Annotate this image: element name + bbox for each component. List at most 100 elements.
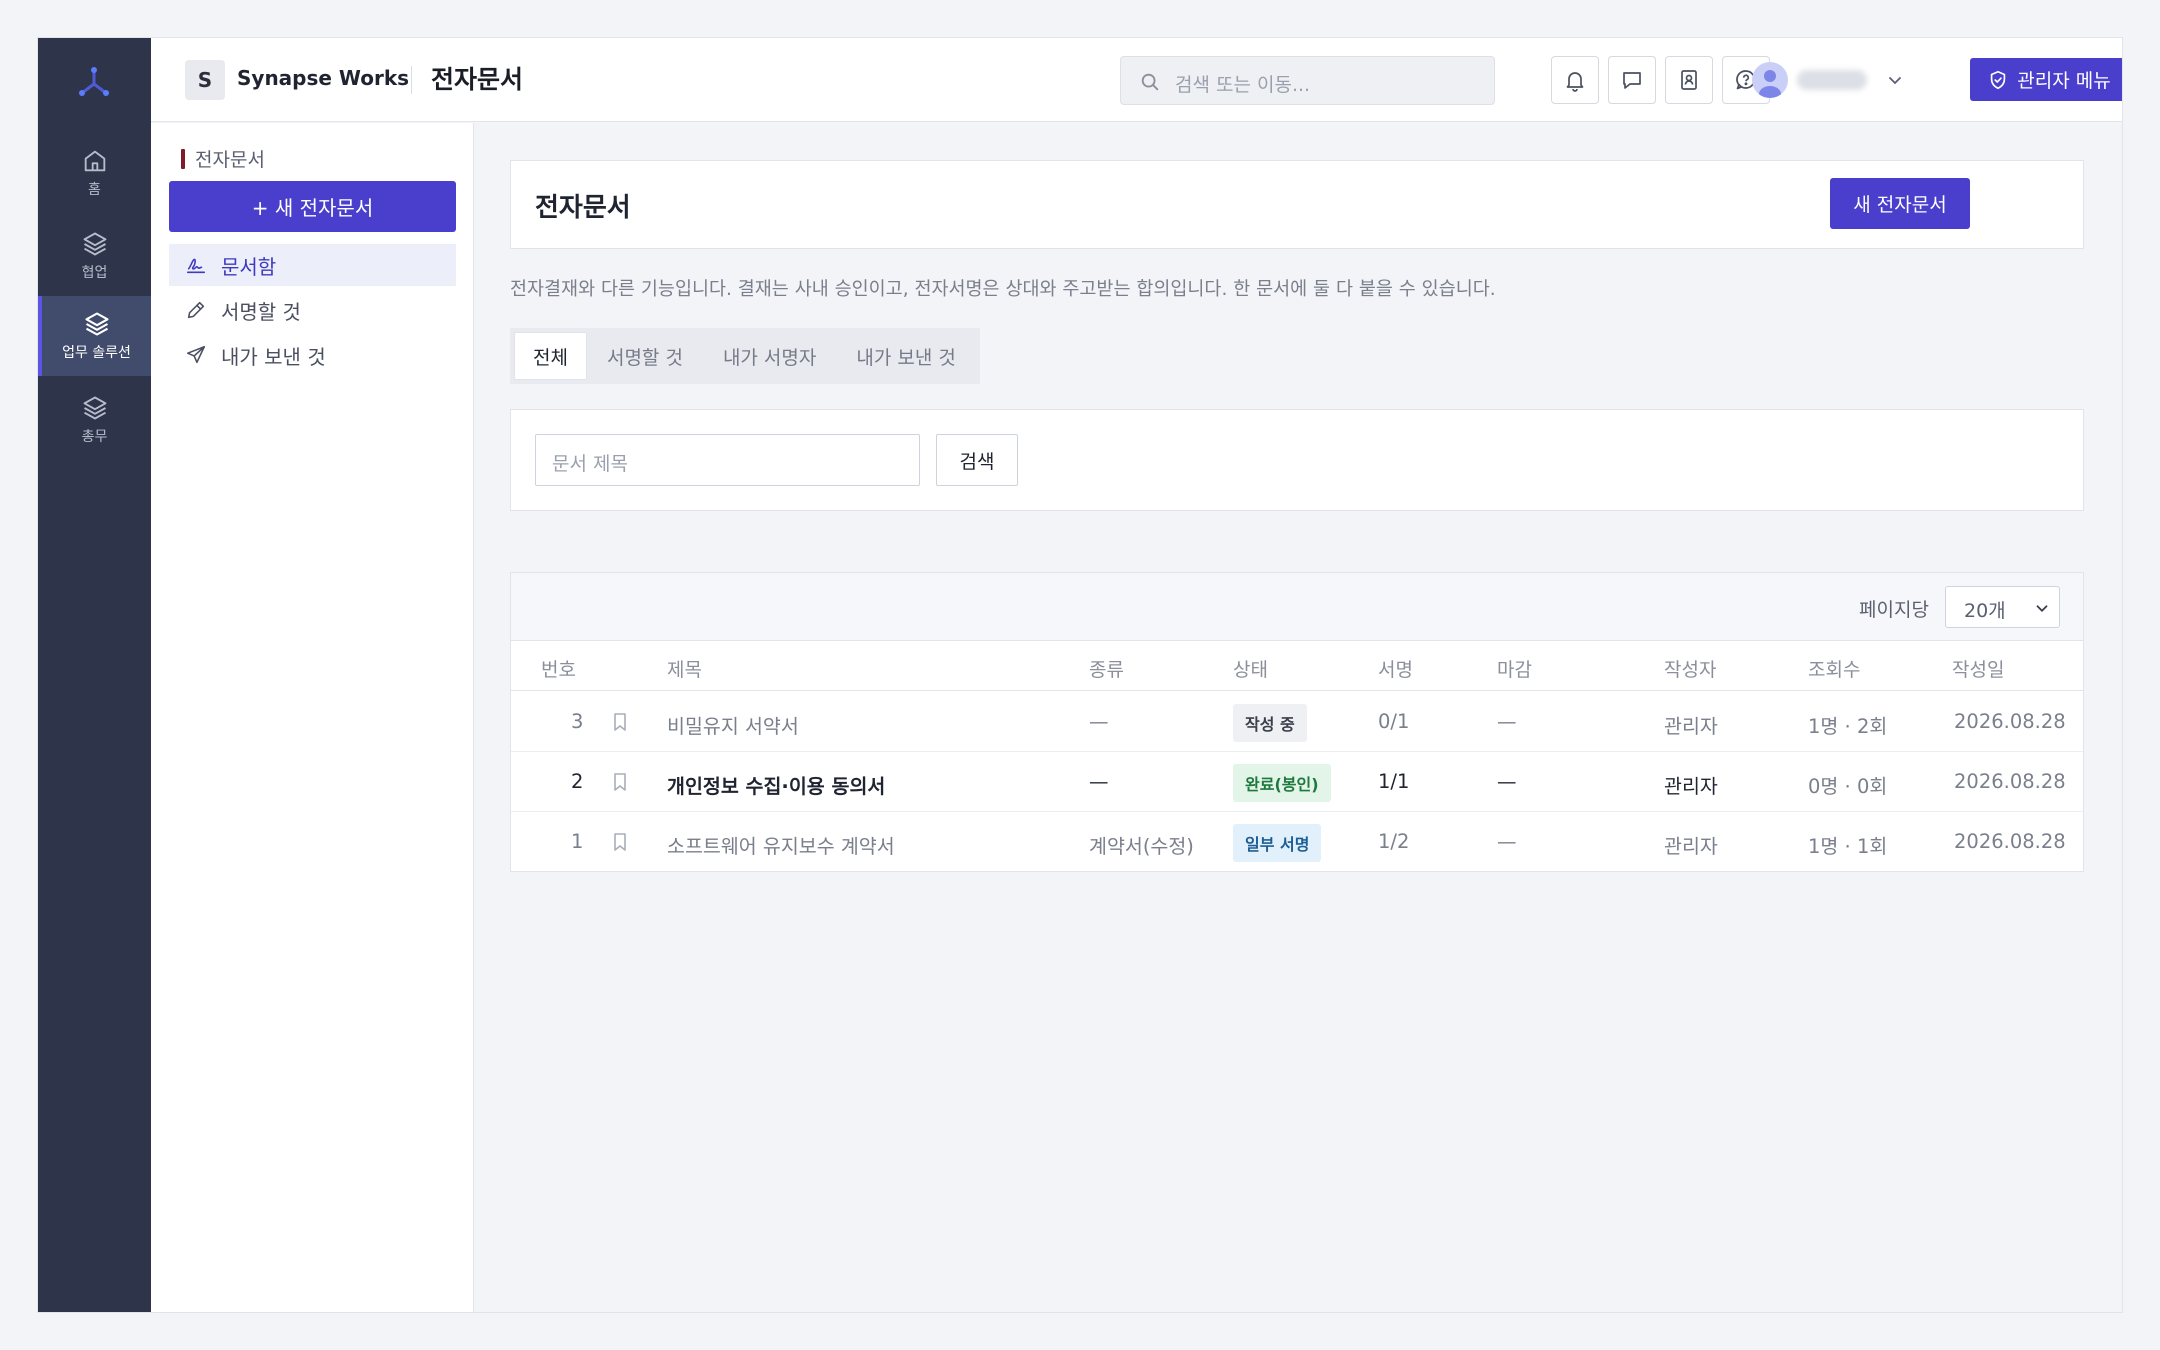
app-rail: 홈 협업 업무 솔루션 총무 (38, 38, 151, 1312)
rail-item-label: 업무 솔루션 (62, 345, 131, 361)
document-tabs: 전체 서명할 것 내가 서명자 내가 보낸 것 (510, 328, 980, 384)
top-bar: S Synapse Works 전자문서 검색 또는 이동... 관리자 메뉴 (151, 38, 2122, 122)
sidebar-item-sent[interactable]: 내가 보낸 것 (169, 334, 456, 376)
table-header: 번호 제목 종류 상태 서명 마감 작성자 조회수 작성일 (511, 641, 2083, 691)
bookmark-icon[interactable] (611, 712, 629, 732)
column-header[interactable]: 조회수 (1808, 655, 1860, 682)
per-page-label: 페이지당 (1859, 599, 1929, 621)
search-placeholder: 검색 또는 이동... (1175, 74, 1311, 96)
page-description: 전자결재와 다른 기능입니다. 결재는 사내 승인이고, 전자서명은 상대와 주… (510, 279, 1496, 300)
layers-icon (84, 312, 109, 336)
sidebar-section-label: 전자문서 (195, 149, 265, 171)
page-title: 전자문서 (431, 65, 524, 94)
per-page-value: 20개 (1964, 600, 2006, 622)
rail-item-label: 총무 (81, 429, 108, 445)
rail-item-general[interactable]: 총무 (38, 380, 151, 460)
rail-item-collab[interactable]: 협업 (38, 216, 151, 296)
author: 관리자 (1664, 835, 1718, 858)
sidebar-item-to-sign[interactable]: 서명할 것 (169, 289, 456, 331)
chevron-down-icon (2036, 605, 2048, 612)
sidebar-item-label: 서명할 것 (221, 299, 301, 324)
messages-button[interactable] (1608, 56, 1656, 104)
section-marker (181, 148, 185, 169)
column-header[interactable]: 번호 (541, 655, 576, 682)
layers-icon (83, 232, 106, 256)
contacts-icon (1681, 70, 1697, 90)
page-header-card: 전자문서 새 전자문서 (510, 160, 2084, 249)
bell-icon (1566, 72, 1584, 92)
per-page-select[interactable]: 20개 (1945, 586, 2060, 628)
avatar[interactable] (1752, 62, 1788, 98)
chat-icon (1623, 72, 1641, 89)
notifications-button[interactable] (1551, 56, 1599, 104)
column-header[interactable]: 상태 (1233, 655, 1268, 682)
content-title: 전자문서 (535, 193, 631, 223)
bookmark-icon[interactable] (611, 772, 629, 792)
document-title-link[interactable]: 비밀유지 서약서 (667, 710, 799, 739)
document-title-link[interactable]: 개인정보 수집·이용 동의서 (667, 770, 885, 799)
row-number: 3 (571, 710, 584, 733)
column-header[interactable]: 작성자 (1664, 655, 1716, 682)
column-header[interactable]: 종류 (1089, 655, 1124, 682)
new-document-button[interactable]: 새 전자문서 (1830, 178, 1970, 229)
chevron-down-icon[interactable] (1885, 70, 1905, 90)
column-header[interactable]: 작성일 (1952, 655, 2004, 682)
layers-icon (83, 396, 106, 420)
table-row[interactable]: 1 소프트웨어 유지보수 계약서 계약서(수정) 일부 서명 1/2 — 관리자… (511, 812, 2083, 872)
rail-item-home[interactable]: 홈 (38, 133, 151, 213)
home-icon (84, 150, 105, 172)
status-badge: 작성 중 (1233, 704, 1307, 742)
column-header[interactable]: 서명 (1378, 655, 1413, 682)
document-title-link[interactable]: 소프트웨어 유지보수 계약서 (667, 830, 895, 859)
sidebar-section-title: 전자문서 (181, 145, 265, 172)
app-logo-icon[interactable] (74, 62, 114, 102)
admin-menu-label: 관리자 메뉴 (2017, 70, 2111, 92)
search-button[interactable]: 검색 (936, 434, 1018, 486)
author: 관리자 (1664, 775, 1718, 798)
sidebar-item-inbox[interactable]: 문서함 (169, 244, 456, 286)
send-icon (186, 345, 206, 364)
document-title-search-input[interactable]: 문서 제목 (535, 434, 920, 486)
table-row[interactable]: 3 비밀유지 서약서 — 작성 중 0/1 — 관리자 1명 · 2회 2026… (511, 692, 2083, 752)
table-toolbar: 페이지당 20개 (511, 573, 2083, 641)
user-avatar-icon (1759, 70, 1781, 98)
column-header[interactable]: 제목 (667, 655, 702, 682)
brand-badge[interactable]: S (185, 60, 225, 100)
created-date: 2026.08.28 (1954, 830, 2066, 853)
row-number: 2 (571, 770, 584, 793)
tab-all[interactable]: 전체 (514, 332, 587, 380)
sign-count: 1/2 (1378, 830, 1410, 853)
search-icon (1141, 73, 1159, 91)
created-date: 2026.08.28 (1954, 710, 2066, 733)
brand-divider (411, 66, 412, 94)
new-document-sidebar-button[interactable]: + 새 전자문서 (169, 181, 456, 232)
table-row[interactable]: 2 개인정보 수집·이용 동의서 — 완료(봉인) 1/1 — 관리자 0명 ·… (511, 752, 2083, 812)
signature-icon (186, 258, 206, 274)
tab-to-sign[interactable]: 서명할 것 (587, 332, 703, 380)
sign-count: 1/1 (1378, 770, 1410, 793)
admin-menu-button[interactable]: 관리자 메뉴 (1970, 58, 2122, 101)
global-search-input[interactable]: 검색 또는 이동... (1120, 56, 1495, 105)
due-date: — (1497, 770, 1517, 793)
created-date: 2026.08.28 (1954, 770, 2066, 793)
documents-table: 페이지당 20개 번호 제목 종류 상태 서명 마감 작성자 조회수 작성일 3 (510, 572, 2084, 872)
rail-item-business[interactable]: 업무 솔루션 (38, 296, 151, 376)
shield-check-icon (1991, 70, 2006, 89)
sidebar-item-label: 문서함 (221, 254, 277, 279)
due-date: — (1497, 830, 1517, 853)
document-kind: — (1089, 710, 1109, 733)
tab-sent-by-me[interactable]: 내가 보낸 것 (836, 332, 975, 380)
bookmark-icon[interactable] (611, 832, 629, 852)
brand-name[interactable]: Synapse Works (237, 66, 409, 90)
user-name-redacted[interactable] (1797, 70, 1867, 90)
column-header[interactable]: 마감 (1497, 655, 1532, 682)
view-count: 1명 · 1회 (1808, 835, 1888, 858)
contacts-button[interactable] (1665, 56, 1713, 104)
app-frame: 홈 협업 업무 솔루션 총무 S Synapse Works 전자문서 검색 또… (37, 37, 2123, 1313)
search-filter-card: 문서 제목 검색 (510, 409, 2084, 511)
rail-item-label: 홈 (88, 182, 101, 198)
status-badge: 일부 서명 (1233, 824, 1322, 862)
module-sidebar: 전자문서 + 새 전자문서 문서함 서명할 것 내가 보낸 것 (151, 123, 474, 1312)
sidebar-item-label: 내가 보낸 것 (221, 344, 326, 369)
tab-i-am-signer[interactable]: 내가 서명자 (703, 332, 836, 380)
